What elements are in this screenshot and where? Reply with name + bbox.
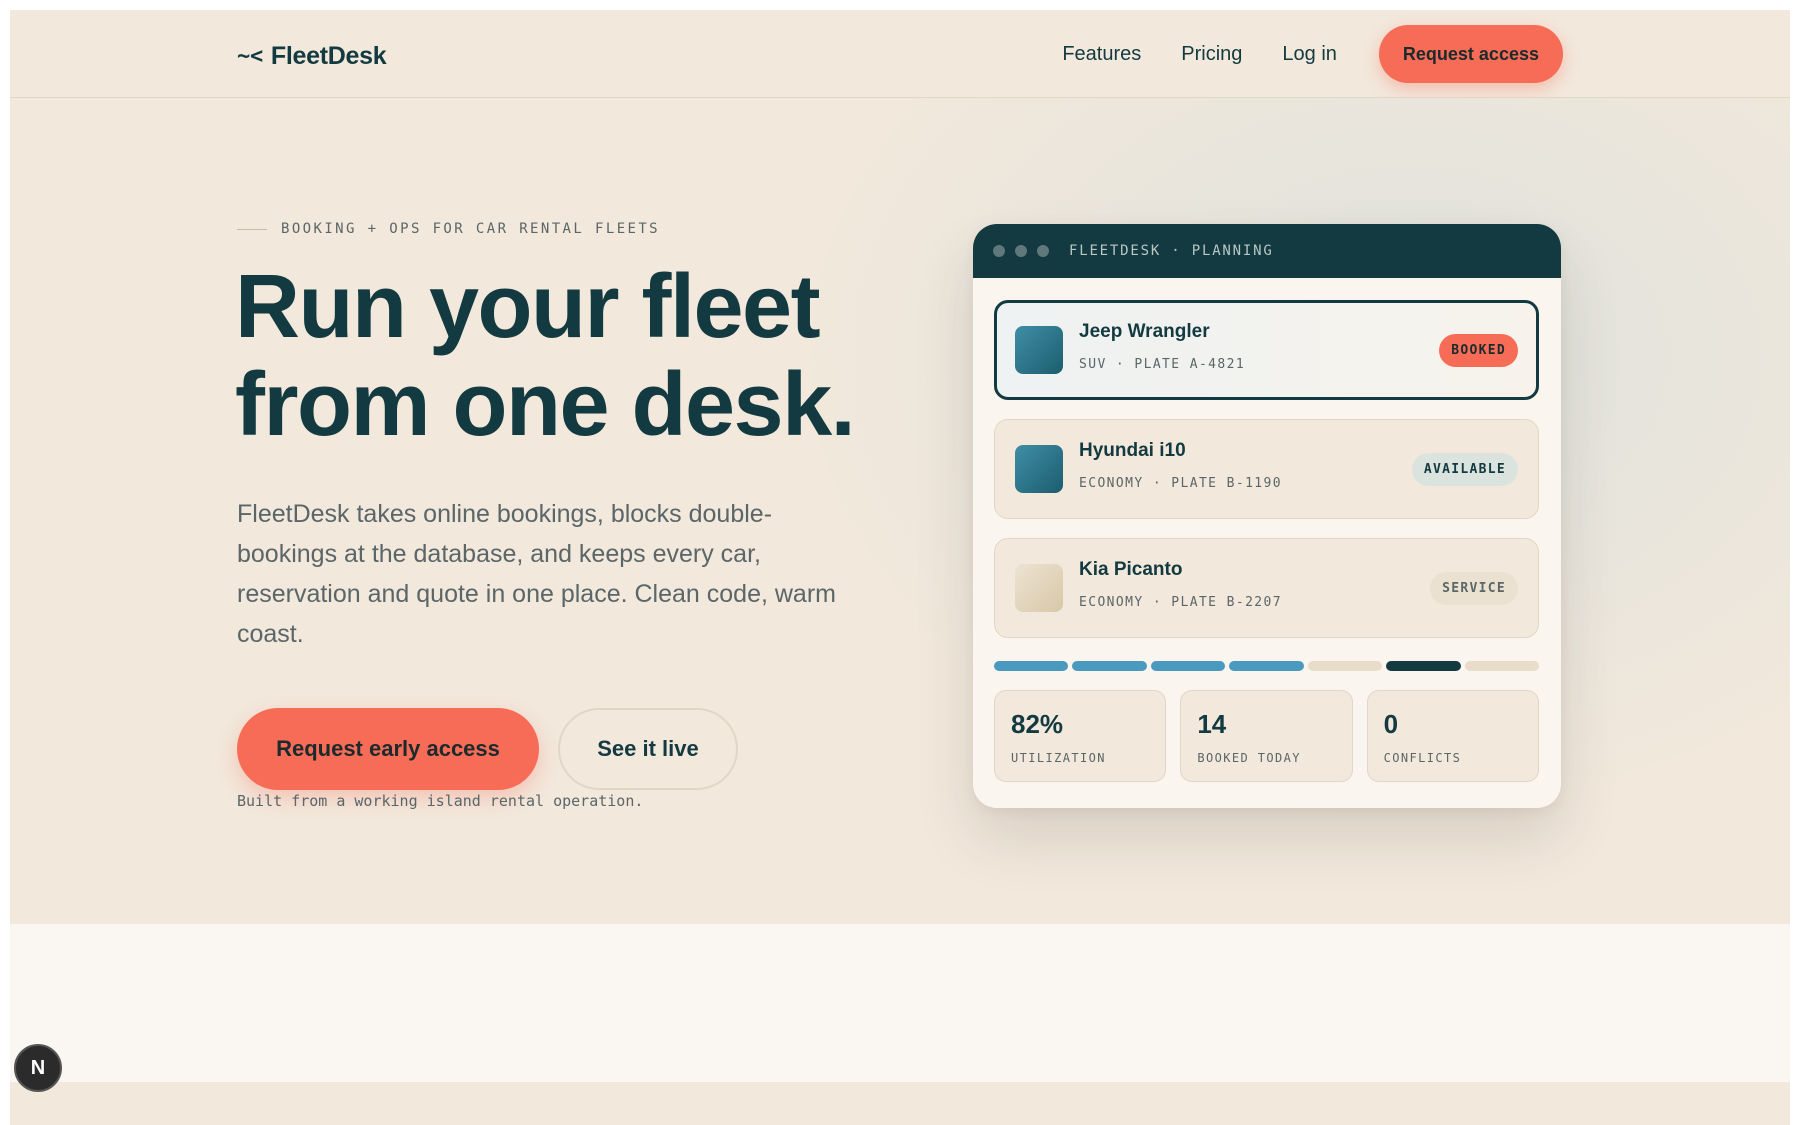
next-section xyxy=(10,924,1790,1082)
stat-utilization: 82% UTILIZATION xyxy=(994,690,1167,782)
vehicle-row-hyundai-i10[interactable]: Hyundai i10 ECONOMY · PLATE B-1190 AVAIL… xyxy=(994,419,1539,519)
stat-label: CONFLICTS xyxy=(1383,751,1462,765)
vehicle-thumbnail xyxy=(1015,326,1063,374)
window-dot-icon xyxy=(1015,245,1027,257)
hero-headline: Run your fleet from one desk. xyxy=(235,258,935,454)
logo-icon: ~< xyxy=(237,43,263,69)
logo-text: FleetDesk xyxy=(270,41,387,70)
stat-conflicts: 0 CONFLICTS xyxy=(1366,690,1539,782)
timeline-segment-booked xyxy=(1072,661,1147,671)
timeline-segment-service xyxy=(1386,661,1461,671)
main-nav: Features Pricing Log in Request access xyxy=(1062,25,1563,83)
window-dot-icon xyxy=(1037,245,1049,257)
nav-link-pricing[interactable]: Pricing xyxy=(1181,43,1242,66)
planning-card-title: FLEETDESK · PLANNING xyxy=(1069,243,1274,259)
vehicle-thumbnail xyxy=(1015,445,1063,493)
stat-value: 14 xyxy=(1197,709,1227,739)
vehicle-thumbnail xyxy=(1015,564,1063,612)
availability-timeline xyxy=(994,661,1539,671)
hero-eyebrow: BOOKING + OPS FOR CAR RENTAL FLEETS xyxy=(237,221,660,237)
stat-value: 82% xyxy=(1011,709,1064,739)
vehicle-name: Hyundai i10 xyxy=(1079,440,1186,461)
stat-label: UTILIZATION xyxy=(1011,751,1106,765)
stats-row: 82% UTILIZATION 14 BOOKED TODAY 0 CONFLI… xyxy=(994,690,1539,782)
hero-footnote: Built from a working island rental opera… xyxy=(237,792,644,810)
window-dot-icon xyxy=(993,245,1005,257)
vehicle-meta: ECONOMY · PLATE B-2207 xyxy=(1079,595,1282,610)
stat-booked-today: 14 BOOKED TODAY xyxy=(1180,690,1353,782)
timeline-segment-booked xyxy=(1229,661,1304,671)
vehicle-row-jeep-wrangler[interactable]: Jeep Wrangler SUV · PLATE A-4821 BOOKED xyxy=(994,300,1539,400)
dev-tools-badge[interactable]: N xyxy=(14,1044,62,1092)
vehicle-name: Kia Picanto xyxy=(1079,559,1183,580)
vehicle-meta: ECONOMY · PLATE B-1190 xyxy=(1079,476,1282,491)
request-access-button[interactable]: Request access xyxy=(1378,25,1563,83)
vehicle-row-kia-picanto[interactable]: Kia Picanto ECONOMY · PLATE B-2207 SERVI… xyxy=(994,538,1539,638)
site-header: ~< FleetDesk Features Pricing Log in Req… xyxy=(10,10,1790,98)
vehicle-name: Jeep Wrangler xyxy=(1079,321,1210,342)
timeline-segment-booked xyxy=(1150,661,1226,671)
timeline-segment-free xyxy=(1464,661,1539,671)
eyebrow-divider xyxy=(237,228,267,230)
stat-value: 0 xyxy=(1383,709,1399,739)
timeline-segment-booked xyxy=(994,661,1069,671)
planning-card: FLEETDESK · PLANNING Jeep Wrangler SUV ·… xyxy=(973,224,1561,808)
hero-section: BOOKING + OPS FOR CAR RENTAL FLEETS Run … xyxy=(10,98,1790,924)
nav-link-features[interactable]: Features xyxy=(1062,43,1141,66)
status-badge: BOOKED xyxy=(1439,334,1518,367)
nav-link-login[interactable]: Log in xyxy=(1282,43,1337,66)
timeline-segment-free xyxy=(1307,661,1383,671)
headline-line-1: Run your fleet xyxy=(235,257,821,357)
eyebrow-text: BOOKING + OPS FOR CAR RENTAL FLEETS xyxy=(281,221,661,237)
logo[interactable]: ~< FleetDesk xyxy=(237,40,387,72)
status-badge: SERVICE xyxy=(1430,572,1518,605)
page-frame: ~< FleetDesk Features Pricing Log in Req… xyxy=(10,10,1790,1125)
request-early-access-button[interactable]: Request early access xyxy=(237,708,539,790)
status-badge: AVAILABLE xyxy=(1411,453,1518,486)
headline-line-2: from one desk. xyxy=(235,355,856,455)
planning-card-titlebar: FLEETDESK · PLANNING xyxy=(973,224,1561,278)
vehicle-meta: SUV · PLATE A-4821 xyxy=(1079,357,1246,372)
see-it-live-button[interactable]: See it live xyxy=(558,708,738,790)
stat-label: BOOKED TODAY xyxy=(1197,751,1301,765)
hero-lede: FleetDesk takes online bookings, blocks … xyxy=(237,500,836,648)
footer-band xyxy=(10,1082,1790,1125)
